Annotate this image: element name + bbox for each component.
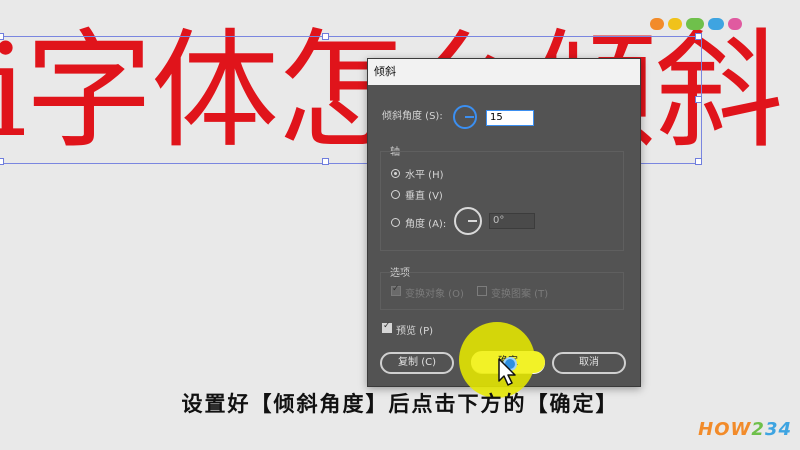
axis-horizontal-radio[interactable]	[391, 169, 400, 178]
preview-checkbox[interactable]	[382, 321, 392, 333]
tutorial-subtitle: 设置好【倾斜角度】后点击下方的【确定】	[181, 392, 619, 416]
shear-angle-input[interactable]: 15	[486, 110, 534, 126]
selection-handle[interactable]	[695, 158, 702, 165]
transform-patterns-label: 变换图案 (T)	[491, 289, 549, 300]
logo-part-how: HOW	[698, 419, 752, 440]
axis-vertical-label[interactable]: 垂直 (V)	[405, 187, 443, 202]
selection-handle[interactable]	[322, 158, 329, 165]
copy-button[interactable]: 复制 (C)	[380, 352, 454, 374]
dialog-title[interactable]: 倾斜	[368, 59, 640, 85]
cancel-button[interactable]: 取消	[552, 352, 626, 374]
axis-group: 水平 (H) 垂直 (V) 角度 (A): 0°	[380, 151, 624, 251]
cursor-icon	[498, 358, 516, 386]
brand-logo-top	[650, 8, 770, 30]
transform-objects-label: 变换对象 (O)	[405, 289, 464, 300]
transform-objects-checkbox[interactable]	[391, 284, 401, 296]
selection-handle[interactable]	[695, 96, 702, 103]
axis-angle-dial-icon[interactable]	[454, 207, 482, 235]
axis-angle-radio[interactable]	[391, 218, 400, 227]
selection-handle[interactable]	[322, 33, 329, 40]
selection-handle[interactable]	[695, 33, 702, 40]
shear-angle-label: 倾斜角度 (S):	[382, 111, 443, 122]
logo-part-2: 2	[751, 419, 765, 440]
options-group: 变换对象 (O) 变换图案 (T)	[380, 272, 624, 310]
logo-part-34: 34	[764, 419, 792, 440]
selection-handle[interactable]	[0, 33, 4, 40]
selection-handle[interactable]	[0, 158, 4, 165]
shear-angle-dial-icon[interactable]	[453, 105, 477, 129]
brand-logo-bottom: HOW234	[698, 419, 792, 440]
axis-angle-label[interactable]: 角度 (A):	[405, 215, 446, 230]
transform-patterns-checkbox[interactable]	[477, 286, 487, 296]
axis-angle-input[interactable]: 0°	[489, 213, 535, 229]
preview-label[interactable]: 预览 (P)	[396, 322, 433, 337]
axis-vertical-radio[interactable]	[391, 190, 400, 199]
axis-horizontal-label[interactable]: 水平 (H)	[405, 166, 444, 181]
